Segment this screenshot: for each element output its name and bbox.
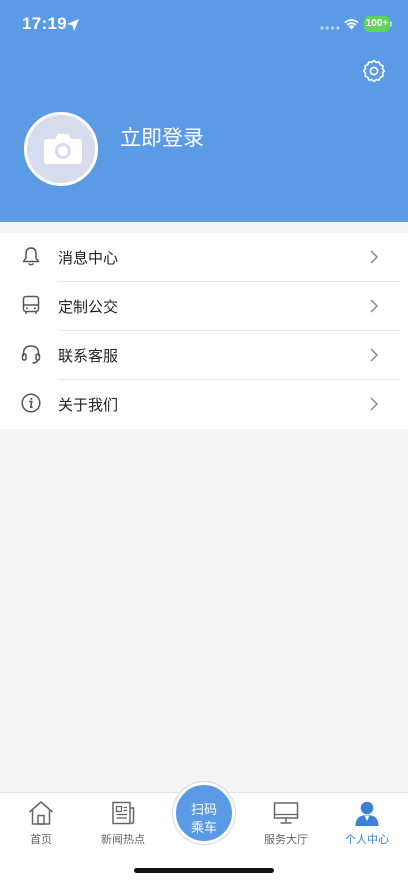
chevron-right-icon — [370, 348, 379, 362]
newspaper-icon — [112, 801, 135, 825]
home-icon — [29, 801, 53, 825]
tab-service-hall[interactable]: 服务大厅 — [245, 793, 327, 853]
tab-label: 服务大厅 — [264, 833, 308, 846]
menu-item-label: 定制公交 — [58, 298, 119, 316]
tab-label: 个人中心 — [345, 833, 389, 846]
battery-indicator: 100+ — [364, 16, 392, 32]
headset-icon — [21, 345, 41, 364]
menu-item-label: 消息中心 — [58, 249, 119, 267]
bell-icon — [22, 247, 40, 266]
menu-item-messages[interactable]: 消息中心 — [0, 233, 408, 282]
menu-item-customer-service[interactable]: 联系客服 — [0, 331, 408, 380]
menu-item-custom-bus[interactable]: 定制公交 — [0, 282, 408, 331]
menu-item-label: 关于我们 — [58, 396, 119, 414]
scan-button-line1: 扫码 — [190, 803, 217, 818]
scan-to-ride-button[interactable]: 扫码 乘车 — [173, 782, 235, 844]
profile-header: 17:19 100+ 立即登录 — [0, 0, 408, 222]
gear-icon[interactable] — [361, 58, 387, 84]
person-icon — [355, 801, 379, 826]
bus-icon — [22, 295, 40, 314]
status-time: 17:19 — [22, 14, 67, 33]
tab-news[interactable]: 新闻热点 — [82, 793, 164, 853]
info-icon — [21, 393, 41, 413]
monitor-icon — [273, 802, 299, 824]
menu-item-label: 联系客服 — [58, 347, 119, 365]
tab-label: 首页 — [30, 833, 52, 846]
avatar[interactable] — [24, 112, 98, 186]
camera-icon — [44, 134, 82, 164]
chevron-right-icon — [370, 397, 379, 411]
tab-home[interactable]: 首页 — [0, 793, 82, 853]
wifi-icon — [344, 19, 359, 30]
location-arrow-icon — [67, 19, 79, 31]
menu-list: 消息中心 定制公交 联系客服 关于我们 — [0, 233, 408, 429]
signal-dots-icon — [320, 26, 340, 30]
battery-level: 100+ — [364, 16, 390, 32]
tab-label: 新闻热点 — [101, 833, 145, 846]
chevron-right-icon — [370, 299, 379, 313]
home-indicator — [134, 868, 274, 873]
battery-tip — [390, 21, 392, 27]
login-link[interactable]: 立即登录 — [120, 122, 204, 152]
tab-personal-center[interactable]: 个人中心 — [326, 793, 408, 853]
menu-item-about-us[interactable]: 关于我们 — [0, 380, 408, 429]
scan-button-line2: 乘车 — [190, 821, 217, 836]
status-bar: 17:19 100+ — [0, 0, 408, 50]
chevron-right-icon — [370, 250, 379, 264]
